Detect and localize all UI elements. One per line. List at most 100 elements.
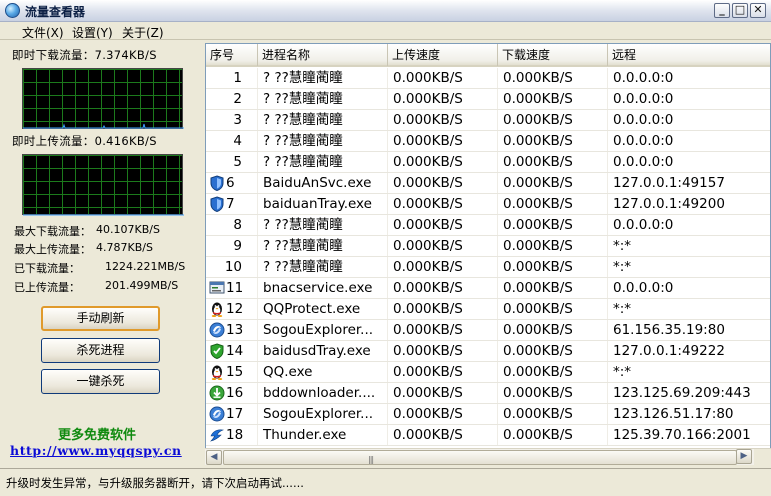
table-row[interactable]: 9? ??慧瞳蔺瞳 0.000KB/S 0.000KB/S *:* [206,236,770,257]
table-row[interactable]: 5? ??慧瞳蔺瞳 0.000KB/S 0.000KB/S 0.0.0.0:0 [206,152,770,173]
menu-settings[interactable]: 设置(Y) [72,24,113,41]
horizontal-scrollbar[interactable]: ◀ ||| [205,448,754,465]
cell-upload: 0.000KB/S [388,236,498,256]
col-header-name[interactable]: 进程名称 [258,44,388,66]
table-row[interactable]: 3? ??慧瞳蔺瞳 0.000KB/S 0.000KB/S 0.0.0.0:0 [206,110,770,131]
table-row[interactable]: 10? ??慧瞳蔺瞳 0.000KB/S 0.000KB/S *:* [206,257,770,278]
minimize-button[interactable]: _ [714,3,730,18]
cell-name: ? ??慧瞳蔺瞳 [258,215,388,235]
kill-all-button[interactable]: 一键杀死 [41,369,160,394]
row-number: 1 [233,70,242,86]
row-number: 9 [233,238,242,254]
cell-no: 18 [206,425,258,445]
table-row[interactable]: 4? ??慧瞳蔺瞳 0.000KB/S 0.000KB/S 0.0.0.0:0 [206,131,770,152]
cell-no: 3 [206,110,258,130]
cell-upload: 0.000KB/S [388,215,498,235]
website-link[interactable]: http://www.myqqspy.cn [10,443,182,458]
cell-remote: 0.0.0.0:0 [613,133,674,149]
stat-downloaded: 已下载流量： 1224.221MB/S [14,260,185,276]
maximize-button[interactable]: □ [732,3,748,18]
cell-remote: 127.0.0.1:49200 [613,196,725,212]
row-number: 4 [233,133,242,149]
table-row[interactable]: 16 bddownloader.... 0.000KB/S 0.000KB/S 123.… [206,383,770,404]
row-number: 2 [233,91,242,107]
cell-no: 1 [206,68,258,88]
cell-download: 0.000KB/S [498,341,608,361]
download-rate-label: 即时下载流量：7.374KB/S [12,48,157,62]
close-button[interactable]: ✕ [750,3,766,18]
table-row[interactable]: 18 Thunder.exe 0.000KB/S 0.000KB/S 125.39.70… [206,425,770,446]
table-row[interactable]: 2? ??慧瞳蔺瞳 0.000KB/S 0.000KB/S 0.0.0.0:0 [206,89,770,110]
table-row[interactable]: 12 QQProtect.exe 0.000KB/S 0.000KB/S *:* [206,299,770,320]
cell-upload: 0.000KB/S [388,152,498,172]
cell-name: bddownloader.... [258,383,388,403]
cell-no: 6 [206,173,258,193]
table-row[interactable]: 6 BaiduAnSvc.exe 0.000KB/S 0.000KB/S 127.0.0… [206,173,770,194]
cell-upload: 0.000KB/S [388,110,498,130]
scroll-thumb[interactable]: ||| [223,450,737,465]
cell-upload: 0.000KB/S [388,194,498,214]
cell-upload: 0.000KB/S [388,299,498,319]
stat-max-download: 最大下载流量： 40.107KB/S [14,223,160,239]
cell-download: 0.000KB/S [498,131,608,151]
sogou-icon [209,322,225,338]
cell-name: ? ??慧瞳蔺瞳 [258,152,388,172]
cell-download: 0.000KB/S [498,215,608,235]
row-number: 7 [226,196,235,212]
col-header-download[interactable]: 下载速度 [498,44,608,66]
table-row[interactable]: 7 baiduanTray.exe 0.000KB/S 0.000KB/S 127.0.… [206,194,770,215]
table-row[interactable]: 1? ??慧瞳蔺瞳 0.000KB/S 0.000KB/S 0.0.0.0:0 [206,68,770,89]
penguin-icon [209,301,225,317]
cell-upload: 0.000KB/S [388,257,498,277]
upload-rate-label: 即时上传流量：0.416KB/S [12,134,157,148]
sogou-icon [209,406,225,422]
cell-name: ? ??慧瞳蔺瞳 [258,68,388,88]
col-header-upload[interactable]: 上传速度 [388,44,498,66]
refresh-button[interactable]: 手动刷新 [41,306,160,331]
col-header-remote[interactable]: 远程 [608,44,770,66]
kill-process-button[interactable]: 杀死进程 [41,338,160,363]
cell-download: 0.000KB/S [498,110,608,130]
cell-download: 0.000KB/S [498,194,608,214]
table-body: 1? ??慧瞳蔺瞳 0.000KB/S 0.000KB/S 0.0.0.0:0 2? ?… [206,68,770,446]
scroll-right-button[interactable]: ▶ [736,449,752,464]
table-header: 序号 进程名称 上传速度 下载速度 远程 [206,44,770,67]
cell-download: 0.000KB/S [498,362,608,382]
green-shield-icon [209,343,225,360]
table-row[interactable]: 15 QQ.exe 0.000KB/S 0.000KB/S *:* [206,362,770,383]
cell-remote: 123.125.69.209:443 [613,385,751,401]
cell-no: 5 [206,152,258,172]
cell-download: 0.000KB/S [498,425,608,445]
menu-about[interactable]: 关于(Z) [122,24,164,41]
row-number: 12 [226,301,244,317]
status-bar: 升级时发生异常，与升级服务器断开，请下次启动再试...... [0,468,771,496]
shield-icon [209,175,225,192]
row-number: 3 [233,112,242,128]
table-row[interactable]: 8? ??慧瞳蔺瞳 0.000KB/S 0.000KB/S 0.0.0.0:0 [206,215,770,236]
cell-name: ? ??慧瞳蔺瞳 [258,131,388,151]
cell-no: 16 [206,383,258,403]
scroll-left-button[interactable]: ◀ [206,450,222,465]
table-row[interactable]: 17 SogouExplorer... 0.000KB/S 0.000KB/S 123.… [206,404,770,425]
stat-label: 最大下载流量： [14,225,91,238]
download-trace [23,123,184,129]
upload-trace [23,214,184,216]
col-header-no[interactable]: 序号 [206,44,258,66]
row-number: 6 [226,175,235,191]
cell-name: ? ??慧瞳蔺瞳 [258,110,388,130]
scroll-grip: ||| [368,455,374,464]
cell-remote: *:* [613,364,632,380]
cell-download: 0.000KB/S [498,236,608,256]
cell-remote: 61.156.35.19:80 [613,322,725,338]
row-number: 11 [226,280,244,296]
stat-label: 已下载流量： [14,262,80,275]
thunder-icon [209,427,225,443]
table-row[interactable]: 13 SogouExplorer... 0.000KB/S 0.000KB/S 61.1… [206,320,770,341]
cell-remote: 125.39.70.166:2001 [613,427,751,443]
table-row[interactable]: 14 baidusdTray.exe 0.000KB/S 0.000KB/S 127.0… [206,341,770,362]
status-text: 升级时发生异常，与升级服务器断开，请下次启动再试...... [6,476,304,490]
table-row[interactable]: 11 bnacservice.exe 0.000KB/S 0.000KB/S 0.0.0… [206,278,770,299]
menu-file[interactable]: 文件(X) [22,24,64,41]
cell-name: QQProtect.exe [258,299,388,319]
cell-upload: 0.000KB/S [388,278,498,298]
